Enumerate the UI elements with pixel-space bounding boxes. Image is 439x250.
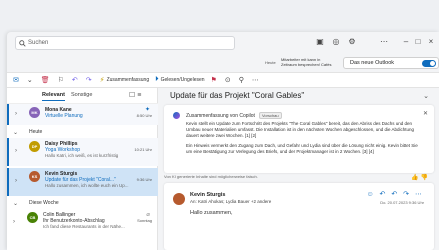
summary-label: Zusammenfassung von Copilot <box>186 112 255 119</box>
ribbon-label: Gelesen/Ungelesen <box>160 77 205 83</box>
archive-icon: ⚐ <box>57 77 64 84</box>
settings-icon[interactable]: ⚙ <box>347 37 357 46</box>
outlook-window: Suchen ▣ ◎ ⚙ ⋯ – □ × Heute Mitarbeiter m… <box>7 32 439 250</box>
mail-time: 8:50 Uhr <box>136 113 152 118</box>
disclaimer-text: Von KI generierte Inhalte sind möglicher… <box>164 174 258 179</box>
list-options-icon[interactable]: ☐ ≡ <box>129 91 141 99</box>
ribbon-item[interactable]: ↶ <box>72 76 80 84</box>
search-input[interactable]: Suchen <box>28 40 48 46</box>
today-label: Heute <box>265 60 276 65</box>
quick-steps-icon: ⚡ <box>99 77 105 84</box>
message-greeting: Hallo zusammen, <box>190 210 233 216</box>
close-button[interactable]: × <box>426 37 436 46</box>
delete-icon: 🗑 <box>40 77 50 84</box>
avatar: MK <box>29 107 40 118</box>
attachment-icon: ⌀ <box>146 212 150 218</box>
ribbon-item[interactable]: ⊙ <box>225 76 233 84</box>
title-bar: Suchen ▣ ◎ ⚙ ⋯ – □ × <box>7 32 439 54</box>
chevron-down-icon: ⌄ <box>26 77 33 84</box>
meeting-reminder[interactable]: Mitarbeiter mit kann in Zeitraum besprec… <box>281 57 336 67</box>
message-card: Kevin Sturgis An: Katri Ahokas; Lydia Ba… <box>164 183 434 250</box>
ai-disclaimer: Von KI generierte Inhalte sind möglicher… <box>164 174 434 181</box>
avatar: KS <box>29 171 40 182</box>
reading-pane: Update für das Projekt "Coral Gables" ⌄ … <box>158 88 439 250</box>
list-item[interactable]: › DP Daisy Phillips Yoga Workshop Hallo … <box>7 138 158 166</box>
chat-icon[interactable]: ▣ <box>315 37 325 46</box>
ribbon-item[interactable]: 🗑 <box>41 76 52 84</box>
ribbon-item[interactable]: ↷ <box>86 76 94 84</box>
new-outlook-toggle[interactable]: Das neue Outlook <box>343 57 439 69</box>
summary-body: Kevin stellt ein Update zum Fortschritt … <box>186 121 424 155</box>
mail-time: 9:36 Uhr <box>136 177 152 182</box>
ribbon-toolbar: ✉ ⌄ 🗑 ⚐ ↶ ↷ ⚡ Zusammenfassung ⏵ Gelesen/Ungelesen… <box>7 72 439 88</box>
avatar: DP <box>29 141 40 152</box>
mail-subject: Virtuelle Planung <box>45 113 83 119</box>
copilot-icon <box>173 112 180 119</box>
tab-other[interactable]: Sonstige <box>71 92 92 98</box>
chevron-down-icon[interactable]: ⌄ <box>13 129 18 136</box>
chevron-down-icon[interactable]: ⌄ <box>13 200 18 207</box>
chevron-right-icon[interactable]: › <box>15 178 17 184</box>
ribbon-item[interactable]: ⌄ <box>27 76 35 84</box>
summary-paragraph: Ein Hinweis vermerkt den Zugang zum Dach… <box>186 143 418 154</box>
forward-icon: ↷ <box>85 77 92 84</box>
chevron-right-icon[interactable]: › <box>15 111 17 117</box>
search-icon <box>19 39 26 47</box>
list-item[interactable]: › CB Colin Ballinger Ihr Benutzerkonto-A… <box>7 209 158 237</box>
pin-icon[interactable]: ✦ <box>145 106 150 113</box>
list-tabs: Relevant Sonstige ☐ ≡ <box>7 88 158 103</box>
info-bar: Heute Mitarbeiter mit kann in Zeitraum b… <box>7 54 439 72</box>
reply-icon: ↶ <box>71 77 78 84</box>
list-item-selected[interactable]: › KS Kevin Sturgis Update für das Projek… <box>7 168 158 196</box>
feedback-icon[interactable]: 👍 👎 <box>411 174 428 181</box>
mail-preview: Hallo Katri, ich weiß, es ist kurzfristi… <box>45 153 119 158</box>
mail-time: Sonntag <box>137 218 152 223</box>
message-sender: Kevin Sturgis <box>190 192 226 198</box>
chevron-right-icon[interactable]: › <box>13 219 15 225</box>
group-today: Heute <box>29 129 43 135</box>
mail-preview: Hallo zusammen, ich wollte euch ein Up..… <box>45 183 129 188</box>
chevron-down-icon[interactable]: ⌄ <box>423 92 429 100</box>
tab-relevant[interactable]: Relevant <box>42 92 65 101</box>
new-outlook-label: Das neue Outlook <box>350 60 395 66</box>
preview-badge: Vorschau <box>258 112 282 119</box>
more-icon: ⋯ <box>251 77 259 84</box>
maximize-button[interactable]: □ <box>413 37 423 46</box>
ribbon-item[interactable]: ⚡ Zusammenfassung <box>100 76 149 84</box>
ribbon-item[interactable]: ⚑ <box>211 76 219 84</box>
search-box[interactable]: Suchen <box>15 36 235 50</box>
message-recipients: An: Katri Ahokas; Lydia Bauer +2 andere <box>190 199 272 204</box>
list-item[interactable]: › MK Mona Kane Virtuelle Planung ✦ 8:50 … <box>7 104 158 125</box>
ribbon-item[interactable]: ⏵ Gelesen/Ungelesen <box>155 76 204 84</box>
more-icon[interactable]: ⋯ <box>379 37 389 46</box>
ribbon-label: Zusammenfassung <box>106 77 150 83</box>
ribbon-item[interactable]: ⋯ <box>252 76 261 84</box>
close-icon[interactable]: ✕ <box>423 110 428 117</box>
ribbon-item[interactable]: ✉ <box>13 76 21 84</box>
group-this-week: Diese Woche <box>29 200 59 206</box>
chevron-right-icon[interactable]: › <box>15 148 17 154</box>
snooze-icon: ⊙ <box>224 77 231 84</box>
avatar: CB <box>27 212 38 223</box>
tag-icon: ⚲ <box>238 77 244 84</box>
copilot-summary-card: Zusammenfassung von Copilot Vorschau ✕ K… <box>164 105 434 173</box>
mail-list: Relevant Sonstige ☐ ≡ › MK Mona Kane Vir… <box>7 88 158 250</box>
bell-icon[interactable]: ◎ <box>331 37 341 46</box>
mail-title: Update für das Projekt "Coral Gables" <box>170 91 305 100</box>
mail-time: 10:21 Uhr <box>134 147 152 152</box>
mail-preview: Ich fand diese Restaurants in der Nähe..… <box>43 224 125 229</box>
minimize-button[interactable]: – <box>401 37 411 46</box>
toggle-switch[interactable] <box>422 60 436 67</box>
ribbon-item[interactable]: ⚲ <box>239 76 246 84</box>
message-date: Do. 20.07.2023 9:36 Uhr <box>380 200 424 205</box>
summary-paragraph: Kevin stellt ein Update zum Fortschritt … <box>186 121 415 138</box>
flag-icon: ⚑ <box>210 77 217 84</box>
summary-header: Zusammenfassung von Copilot Vorschau <box>186 112 282 119</box>
new-mail-icon: ✉ <box>13 77 19 84</box>
reply-actions-icon[interactable]: ☺ ↶ ↶ ↷ ⋯ <box>366 190 424 198</box>
ribbon-item[interactable]: ⚐ <box>58 76 66 84</box>
read-unread-icon: ⏵ <box>155 76 159 83</box>
avatar <box>173 193 185 205</box>
